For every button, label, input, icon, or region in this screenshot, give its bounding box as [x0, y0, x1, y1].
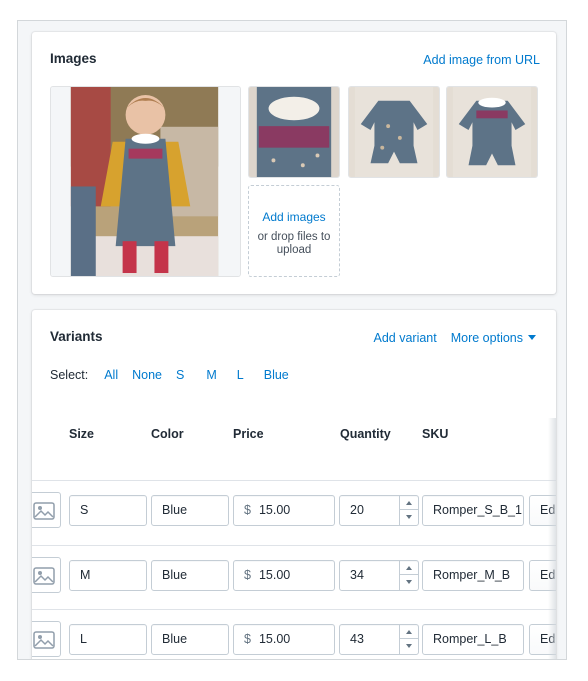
price-input[interactable]: $15.00 — [233, 560, 335, 591]
select-blue[interactable]: Blue — [264, 368, 289, 382]
color-input[interactable]: Blue — [151, 560, 229, 591]
select-l[interactable]: L — [237, 368, 244, 382]
variant-row-m: M Blue $15.00 34 Romper_M_B Ed — [32, 546, 556, 610]
column-header-price: Price — [233, 427, 264, 441]
stepper — [399, 561, 418, 590]
quantity-value: 34 — [350, 568, 364, 582]
add-image-from-url-link[interactable]: Add image from URL — [423, 53, 540, 67]
column-header-quantity: Quantity — [340, 427, 391, 441]
photo-romper-back — [349, 87, 439, 177]
currency-symbol: $ — [244, 568, 251, 582]
price-input[interactable]: $15.00 — [233, 624, 335, 655]
image-dropzone[interactable]: Add images or drop files to upload — [248, 185, 340, 277]
color-input[interactable]: Blue — [151, 624, 229, 655]
currency-symbol: $ — [244, 632, 251, 646]
stepper-up-icon[interactable] — [400, 496, 418, 510]
stepper — [399, 496, 418, 525]
quantity-stepper[interactable]: 43 — [339, 624, 419, 655]
variants-title: Variants — [50, 329, 103, 344]
color-input[interactable]: Blue — [151, 495, 229, 526]
variant-image-button[interactable] — [32, 492, 61, 528]
image-placeholder-icon — [33, 502, 55, 520]
select-none[interactable]: None — [132, 368, 162, 382]
stepper-up-icon[interactable] — [400, 561, 418, 575]
column-header-color: Color — [151, 427, 184, 441]
product-image-4[interactable] — [446, 86, 538, 178]
product-image-2[interactable] — [248, 86, 340, 178]
stepper — [399, 625, 418, 654]
select-all[interactable]: All — [104, 368, 118, 382]
size-input[interactable]: S — [69, 495, 147, 526]
quantity-stepper[interactable]: 20 — [339, 495, 419, 526]
select-s[interactable]: S — [176, 368, 184, 382]
image-placeholder-icon — [33, 631, 55, 649]
price-input[interactable]: $15.00 — [233, 495, 335, 526]
column-header-size: Size — [69, 427, 95, 441]
more-options-label: More options — [450, 331, 523, 345]
photo-romper-closeup — [249, 87, 339, 177]
variant-actions: Add variant More options — [374, 331, 536, 345]
variant-image-button[interactable] — [32, 557, 61, 593]
images-title: Images — [50, 51, 97, 66]
size-input[interactable]: L — [69, 624, 147, 655]
variant-selector: Select: All None S M L Blue — [50, 368, 289, 382]
select-label: Select: — [50, 368, 89, 382]
caret-down-icon — [528, 335, 536, 340]
stepper-down-icon[interactable] — [400, 510, 418, 524]
variant-row-l: L Blue $15.00 43 Romper_L_B Ed — [32, 610, 556, 659]
more-options-button[interactable]: More options — [451, 331, 536, 345]
column-header-sku: SKU — [422, 427, 449, 441]
sku-input[interactable]: Romper_M_B — [422, 560, 524, 591]
stepper-up-icon[interactable] — [400, 625, 418, 639]
price-value: 15.00 — [258, 503, 291, 517]
variants-card: Variants Add variant More options Select… — [32, 310, 556, 659]
size-input[interactable]: M — [69, 560, 147, 591]
product-image-main[interactable] — [50, 86, 241, 277]
dropzone-hint: or drop files to upload — [257, 231, 331, 256]
variant-image-button[interactable] — [32, 621, 61, 657]
photo-romper-front — [447, 87, 537, 177]
currency-symbol: $ — [244, 503, 251, 517]
price-value: 15.00 — [258, 568, 291, 582]
quantity-value: 43 — [350, 632, 364, 646]
select-m[interactable]: M — [206, 368, 216, 382]
horizontal-scroll-shadow — [548, 418, 556, 659]
price-value: 15.00 — [258, 632, 291, 646]
add-variant-link[interactable]: Add variant — [374, 331, 437, 345]
image-placeholder-icon — [33, 567, 55, 585]
sku-input[interactable]: Romper_L_B — [422, 624, 524, 655]
quantity-value: 20 — [350, 503, 364, 517]
variant-row-s: S Blue $15.00 20 Romper_S_B_1 Ed — [32, 481, 556, 545]
product-image-3[interactable] — [348, 86, 440, 178]
photo-child-in-romper — [51, 87, 240, 276]
stepper-down-icon[interactable] — [400, 575, 418, 589]
sku-input[interactable]: Romper_S_B_1 — [422, 495, 524, 526]
stepper-down-icon[interactable] — [400, 639, 418, 653]
quantity-stepper[interactable]: 34 — [339, 560, 419, 591]
add-images-link[interactable]: Add images — [249, 211, 339, 224]
images-card: Images Add image from URL Add images or … — [32, 32, 556, 294]
product-editor: Images Add image from URL Add images or … — [17, 20, 567, 660]
